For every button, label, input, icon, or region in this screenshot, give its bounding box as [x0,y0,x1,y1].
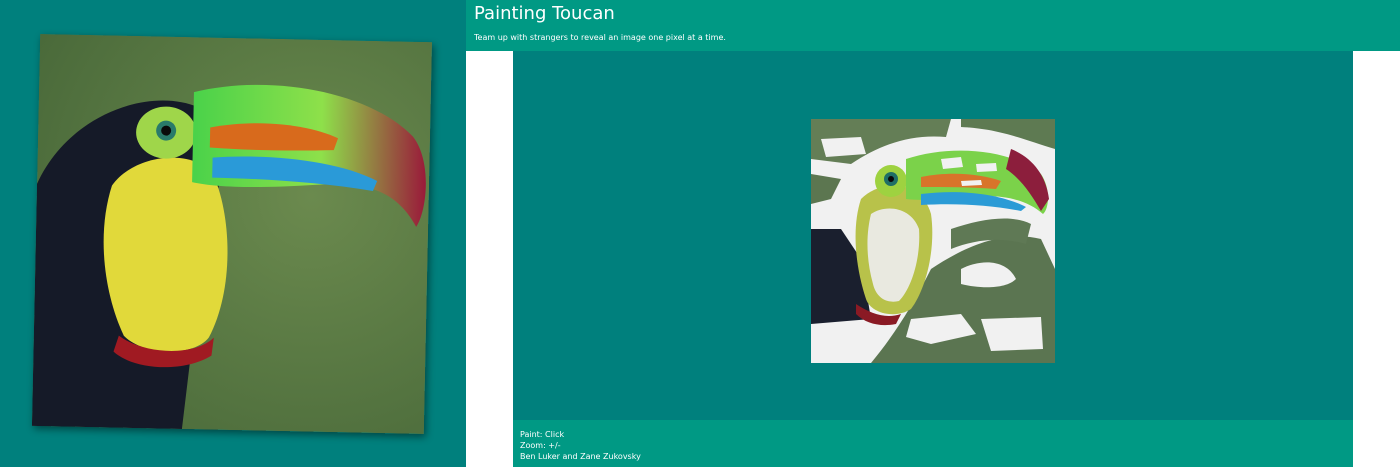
page-subtitle: Team up with strangers to reveal an imag… [474,33,726,42]
partial-painting [811,119,1055,363]
toucan-photo [31,33,433,435]
header: Painting Toucan Team up with strangers t… [466,0,1400,51]
zoom-hint: Zoom: +/- [520,441,561,450]
credits: Ben Luker and Zane Zukovsky [520,452,641,461]
footer: Paint: Click Zoom: +/- Ben Luker and Zan… [513,420,1353,467]
app-panel: Painting Toucan Team up with strangers t… [466,0,1400,467]
paint-hint: Paint: Click [520,430,565,439]
reference-image [31,33,433,435]
paint-canvas[interactable] [811,119,1055,363]
canvas-viewport[interactable] [513,51,1353,420]
page-title: Painting Toucan [474,3,615,24]
